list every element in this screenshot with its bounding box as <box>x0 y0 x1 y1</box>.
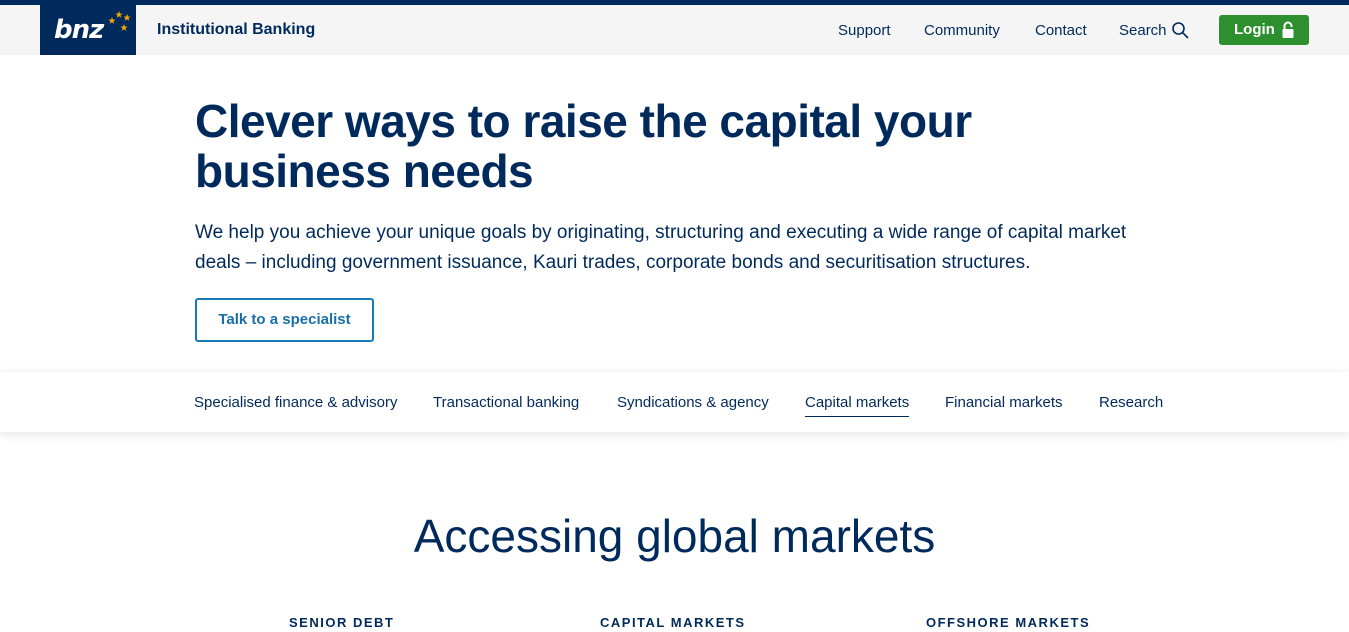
lock-icon <box>1282 21 1294 38</box>
subnav-specialised-finance[interactable]: Specialised finance & advisory <box>194 393 397 413</box>
star-icon <box>108 11 131 31</box>
column-heading-capital-markets: CAPITAL MARKETS <box>600 615 746 630</box>
subnav-capital-markets[interactable]: Capital markets <box>805 393 910 417</box>
subnav-research[interactable]: Research <box>1099 393 1163 413</box>
subnav-syndications-agency[interactable]: Syndications & agency <box>617 393 769 413</box>
login-label: Login <box>1234 21 1275 38</box>
subnav-transactional-banking[interactable]: Transactional banking <box>433 393 579 413</box>
section-subnav: Specialised finance & advisory Transacti… <box>0 372 1349 432</box>
hero-title: Clever ways to raise the capital your bu… <box>195 95 972 197</box>
subnav-financial-markets[interactable]: Financial markets <box>945 393 1063 413</box>
site-header: bnz Institutional Banking Support Commun… <box>0 5 1349 55</box>
column-heading-offshore-markets: OFFSHORE MARKETS <box>926 615 1091 630</box>
nav-community[interactable]: Community <box>924 21 1000 41</box>
nav-support[interactable]: Support <box>838 21 891 41</box>
login-button[interactable]: Login <box>1219 15 1309 45</box>
hero-description: We help you achieve your unique goals by… <box>195 222 1127 273</box>
talk-to-specialist-button[interactable]: Talk to a specialist <box>195 298 374 342</box>
logo-text: bnz <box>54 15 104 45</box>
nav-contact[interactable]: Contact <box>1035 21 1087 41</box>
search-icon[interactable] <box>1171 21 1189 39</box>
nav-search[interactable]: Search <box>1119 21 1167 41</box>
brand-title[interactable]: Institutional Banking <box>157 20 315 40</box>
bnz-logo[interactable]: bnz <box>40 5 136 55</box>
column-heading-senior-debt: SENIOR DEBT <box>289 615 395 630</box>
section-heading: Accessing global markets <box>413 510 936 562</box>
